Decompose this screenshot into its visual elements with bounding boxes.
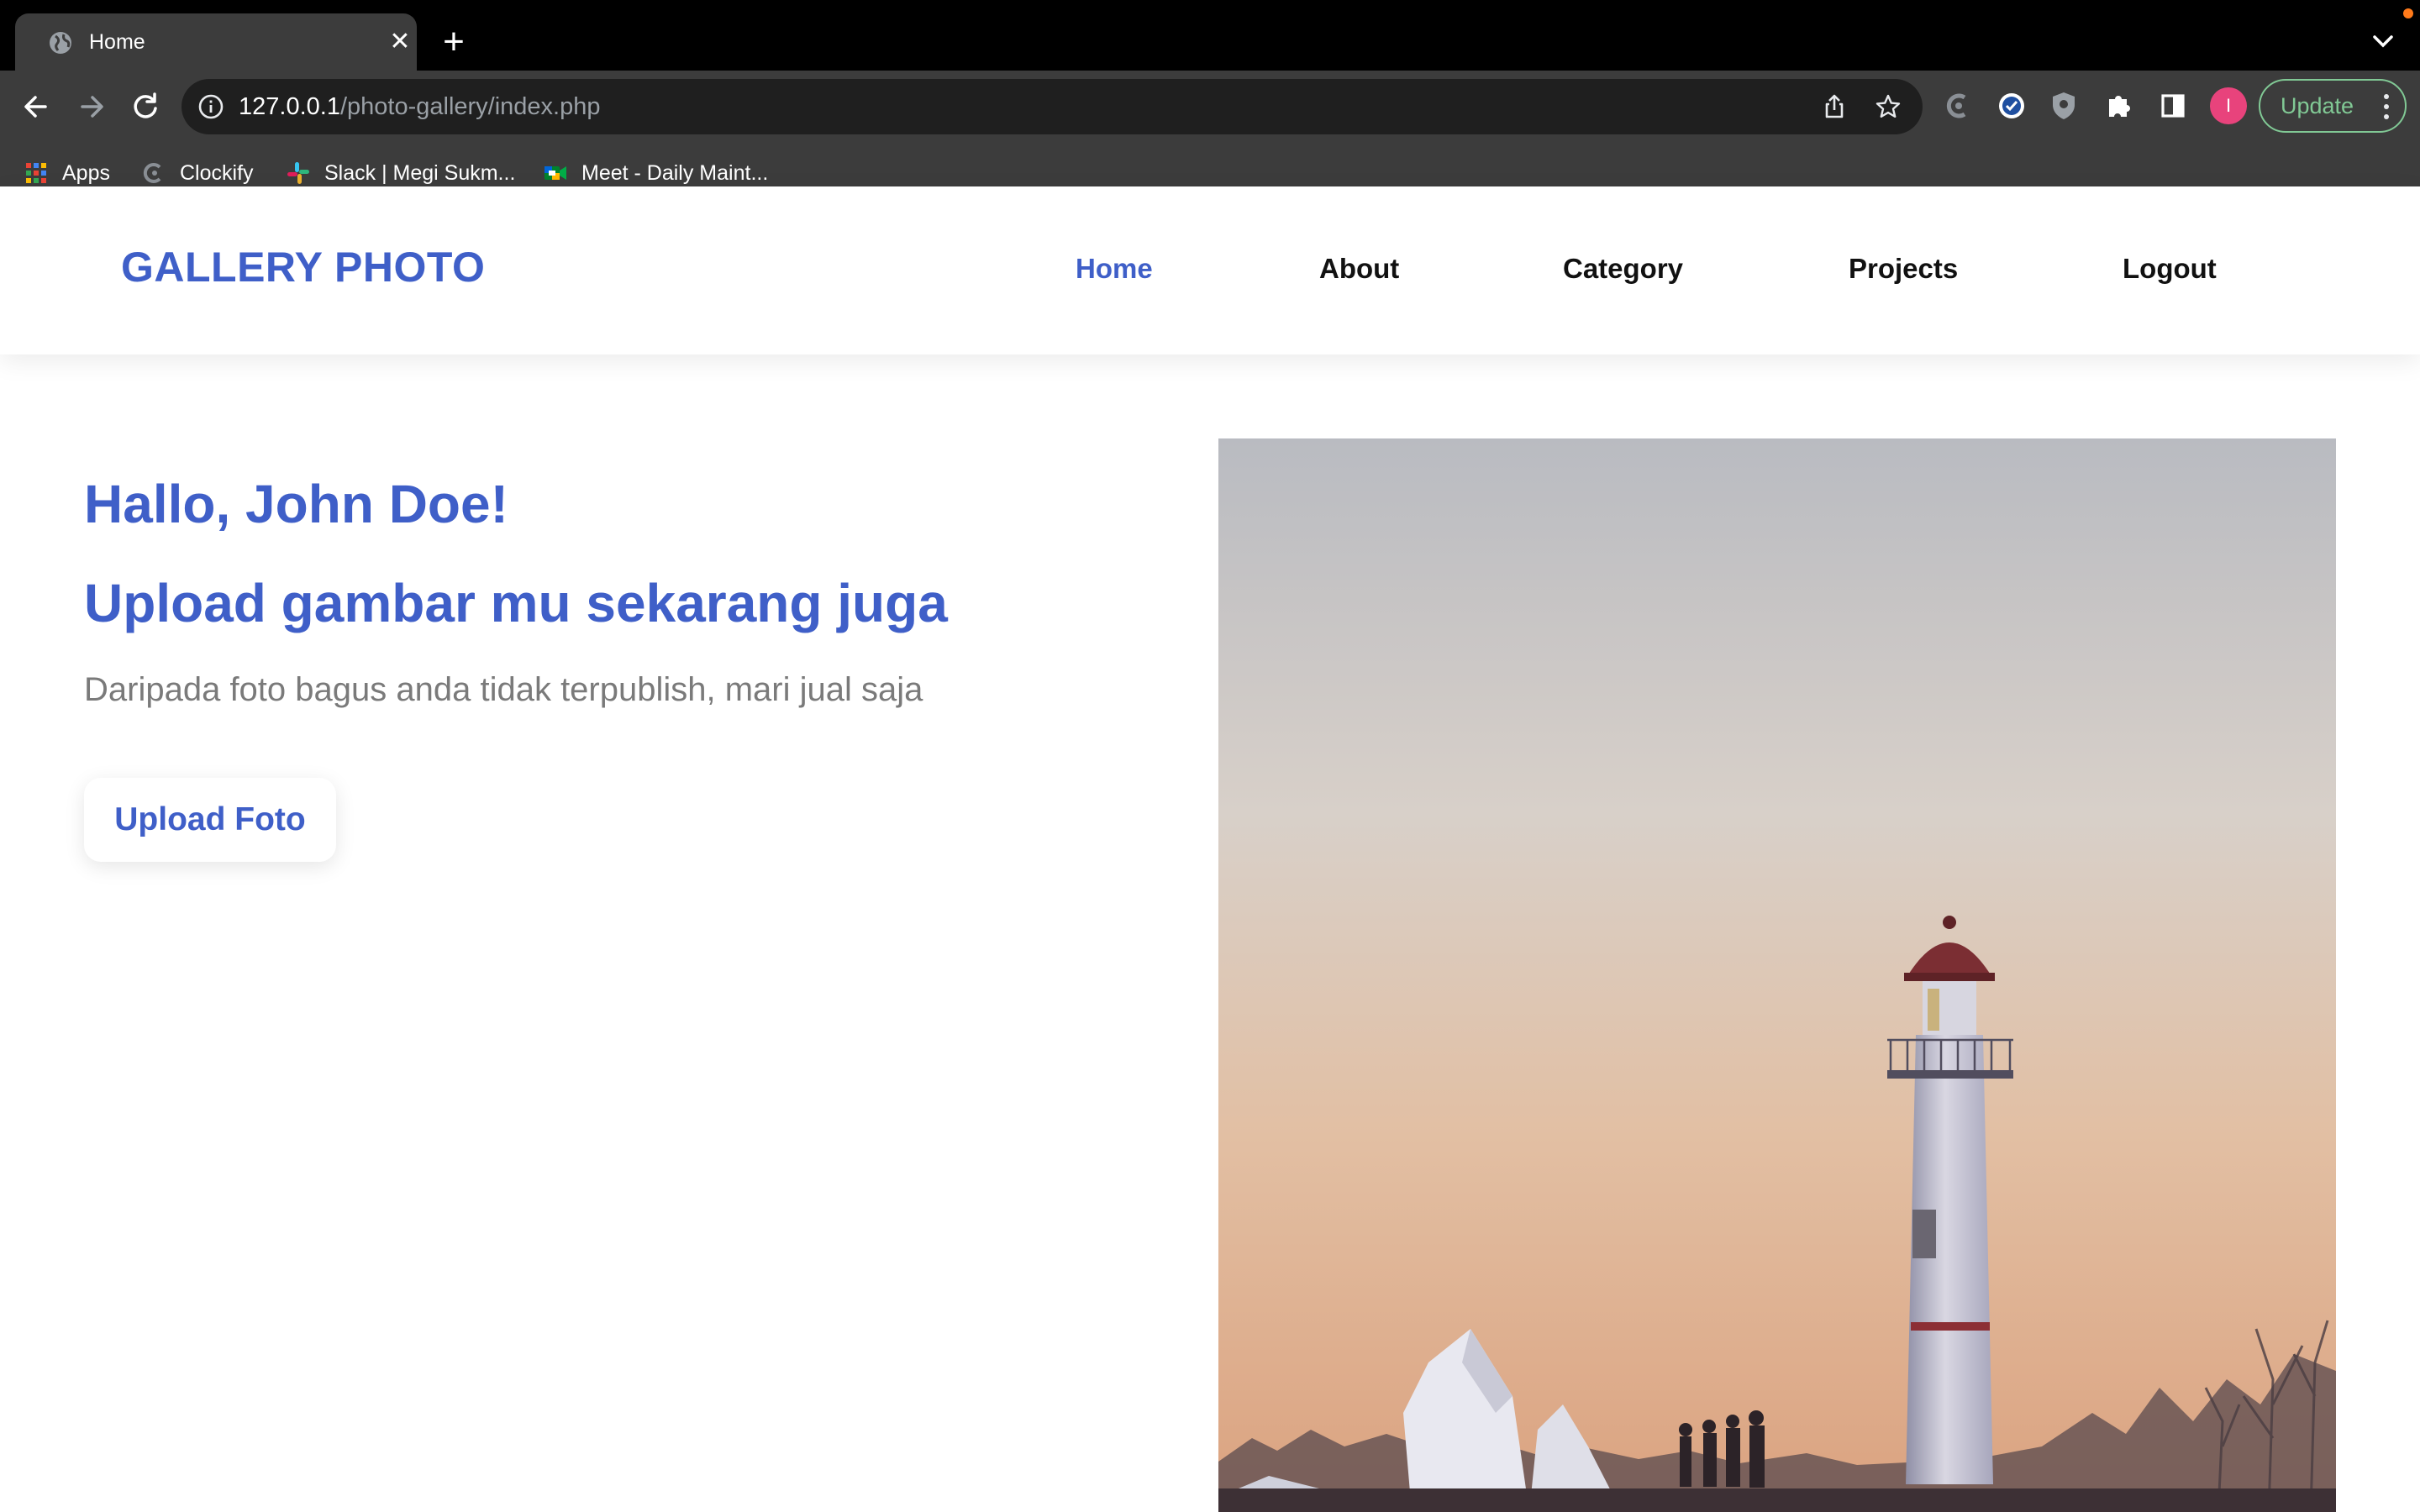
tab-title: Home (89, 30, 145, 54)
bookmark-apps[interactable]: Apps (24, 156, 110, 190)
site-header: GALLERY PHOTO Home About Category Projec… (0, 186, 2420, 354)
browser-tab-home[interactable]: Home ✕ (15, 13, 417, 71)
reload-icon[interactable] (124, 86, 166, 128)
bookmark-label: Apps (62, 160, 110, 185)
more-menu-icon[interactable] (2383, 92, 2390, 121)
forward-icon[interactable] (71, 86, 113, 128)
update-button[interactable]: Update (2259, 79, 2407, 133)
bookmark-label: Meet - Daily Maint... (581, 160, 769, 185)
upload-photo-button[interactable]: Upload Foto (84, 778, 336, 862)
address-bar[interactable]: 127.0.0.1/photo-gallery/index.php (182, 79, 1923, 134)
share-icon[interactable] (1820, 92, 1849, 121)
check-circle-extension-icon[interactable] (1991, 86, 2032, 126)
url-host: 127.0.0.1 (239, 93, 340, 120)
nav-category[interactable]: Category (1563, 252, 1683, 286)
close-tab-icon[interactable]: ✕ (388, 29, 412, 55)
update-label: Update (2281, 93, 2354, 118)
recording-dot-icon (2403, 8, 2413, 18)
nav-projects[interactable]: Projects (1849, 252, 1958, 286)
url-path: /photo-gallery/index.php (339, 93, 601, 120)
hero-subtitle: Daripada foto bagus anda tidak terpublis… (84, 671, 923, 708)
site-info-icon[interactable] (197, 92, 225, 121)
bookmark-slack[interactable]: Slack | Megi Sukm... (286, 156, 515, 190)
google-meet-icon (544, 166, 566, 180)
nav-about[interactable]: About (1319, 252, 1399, 286)
hero-lighthouse-image (1218, 438, 2336, 1512)
bookmark-clockify[interactable]: Clockify (141, 156, 254, 190)
nav-logout[interactable]: Logout (2123, 252, 2217, 286)
bookmark-label: Clockify (180, 160, 254, 185)
bookmark-label: Slack | Megi Sukm... (324, 160, 516, 185)
back-icon[interactable] (15, 86, 57, 128)
tab-search-chevron-icon[interactable] (2368, 29, 2398, 54)
globe-icon (50, 32, 71, 54)
new-tab-icon[interactable]: + (437, 24, 471, 60)
nav-home[interactable]: Home (1076, 252, 1153, 286)
shield-extension-icon[interactable] (2044, 86, 2084, 126)
profile-avatar[interactable]: I (2210, 87, 2247, 124)
clockify-extension-icon[interactable] (1938, 86, 1978, 126)
hero-headline: Upload gambar mu sekarang juga (84, 573, 948, 633)
browser-toolbar: 127.0.0.1/photo-gallery/index.php I Upda… (0, 71, 2420, 202)
browser-tab-strip: Home ✕ + (0, 0, 2420, 71)
extensions-puzzle-icon[interactable] (2099, 86, 2139, 126)
hero-greeting: Hallo, John Doe! (84, 474, 508, 534)
site-logo[interactable]: GALLERY PHOTO (121, 242, 485, 292)
url-text[interactable]: 127.0.0.1/photo-gallery/index.php (239, 92, 601, 122)
slack-icon (287, 162, 309, 184)
clockify-icon (143, 163, 161, 183)
bookmark-star-icon[interactable] (1874, 92, 1902, 121)
apps-grid-icon (26, 163, 46, 183)
side-panel-icon[interactable] (2153, 86, 2193, 126)
bookmark-meet[interactable]: Meet - Daily Maint... (543, 156, 768, 190)
